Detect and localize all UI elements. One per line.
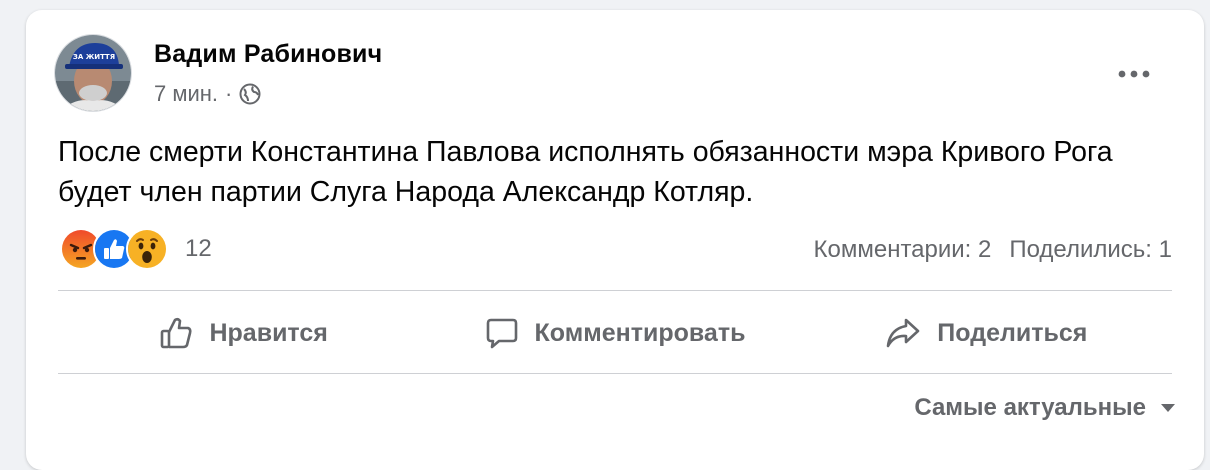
share-label: Поделиться xyxy=(937,318,1088,347)
avatar[interactable]: ЗА ЖИТТЯ xyxy=(54,34,132,112)
comment-label: Комментировать xyxy=(534,318,746,347)
post-actions: Нравится Комментировать Поделиться xyxy=(58,293,1172,373)
comment-sort-dropdown[interactable]: Самые актуальные xyxy=(914,394,1176,422)
comment-button[interactable]: Комментировать xyxy=(429,293,800,373)
reactions-summary[interactable]: 12 xyxy=(60,228,212,270)
shares-count-link[interactable]: Поделились: 1 xyxy=(1009,236,1172,264)
caret-down-icon xyxy=(1161,404,1175,412)
share-arrow-icon xyxy=(886,318,920,348)
share-button[interactable]: Поделиться xyxy=(801,293,1172,373)
comment-bubble-icon xyxy=(486,318,517,349)
divider xyxy=(58,290,1172,291)
more-dots-icon xyxy=(1118,70,1150,78)
like-label: Нравится xyxy=(209,318,328,347)
post-text: После смерти Константина Павлова исполня… xyxy=(58,136,1113,208)
reaction-count[interactable]: 12 xyxy=(185,235,212,263)
post-timestamp[interactable]: 7 мин. xyxy=(154,81,218,107)
post-card: ЗА ЖИТТЯ Вадим Рабинович 7 мин. · После xyxy=(26,10,1204,470)
comments-count-link[interactable]: Комментарии: 2 xyxy=(814,236,992,264)
post-stats: Комментарии: 2 Поделились: 1 xyxy=(814,236,1172,264)
wow-reaction-icon xyxy=(126,228,168,270)
like-button[interactable]: Нравится xyxy=(58,293,429,373)
author-name[interactable]: Вадим Рабинович xyxy=(154,40,382,69)
more-options-button[interactable] xyxy=(1108,54,1160,94)
post-header: ЗА ЖИТТЯ Вадим Рабинович 7 мин. · xyxy=(26,10,1204,120)
svg-text:ЗА ЖИТТЯ: ЗА ЖИТТЯ xyxy=(73,53,115,61)
thumbs-up-icon xyxy=(161,317,193,349)
globe-icon[interactable] xyxy=(239,83,261,105)
post-meta: 7 мин. · xyxy=(154,80,261,108)
divider xyxy=(58,373,1172,374)
meta-separator: · xyxy=(225,81,233,106)
sort-label: Самые актуальные xyxy=(914,394,1146,421)
